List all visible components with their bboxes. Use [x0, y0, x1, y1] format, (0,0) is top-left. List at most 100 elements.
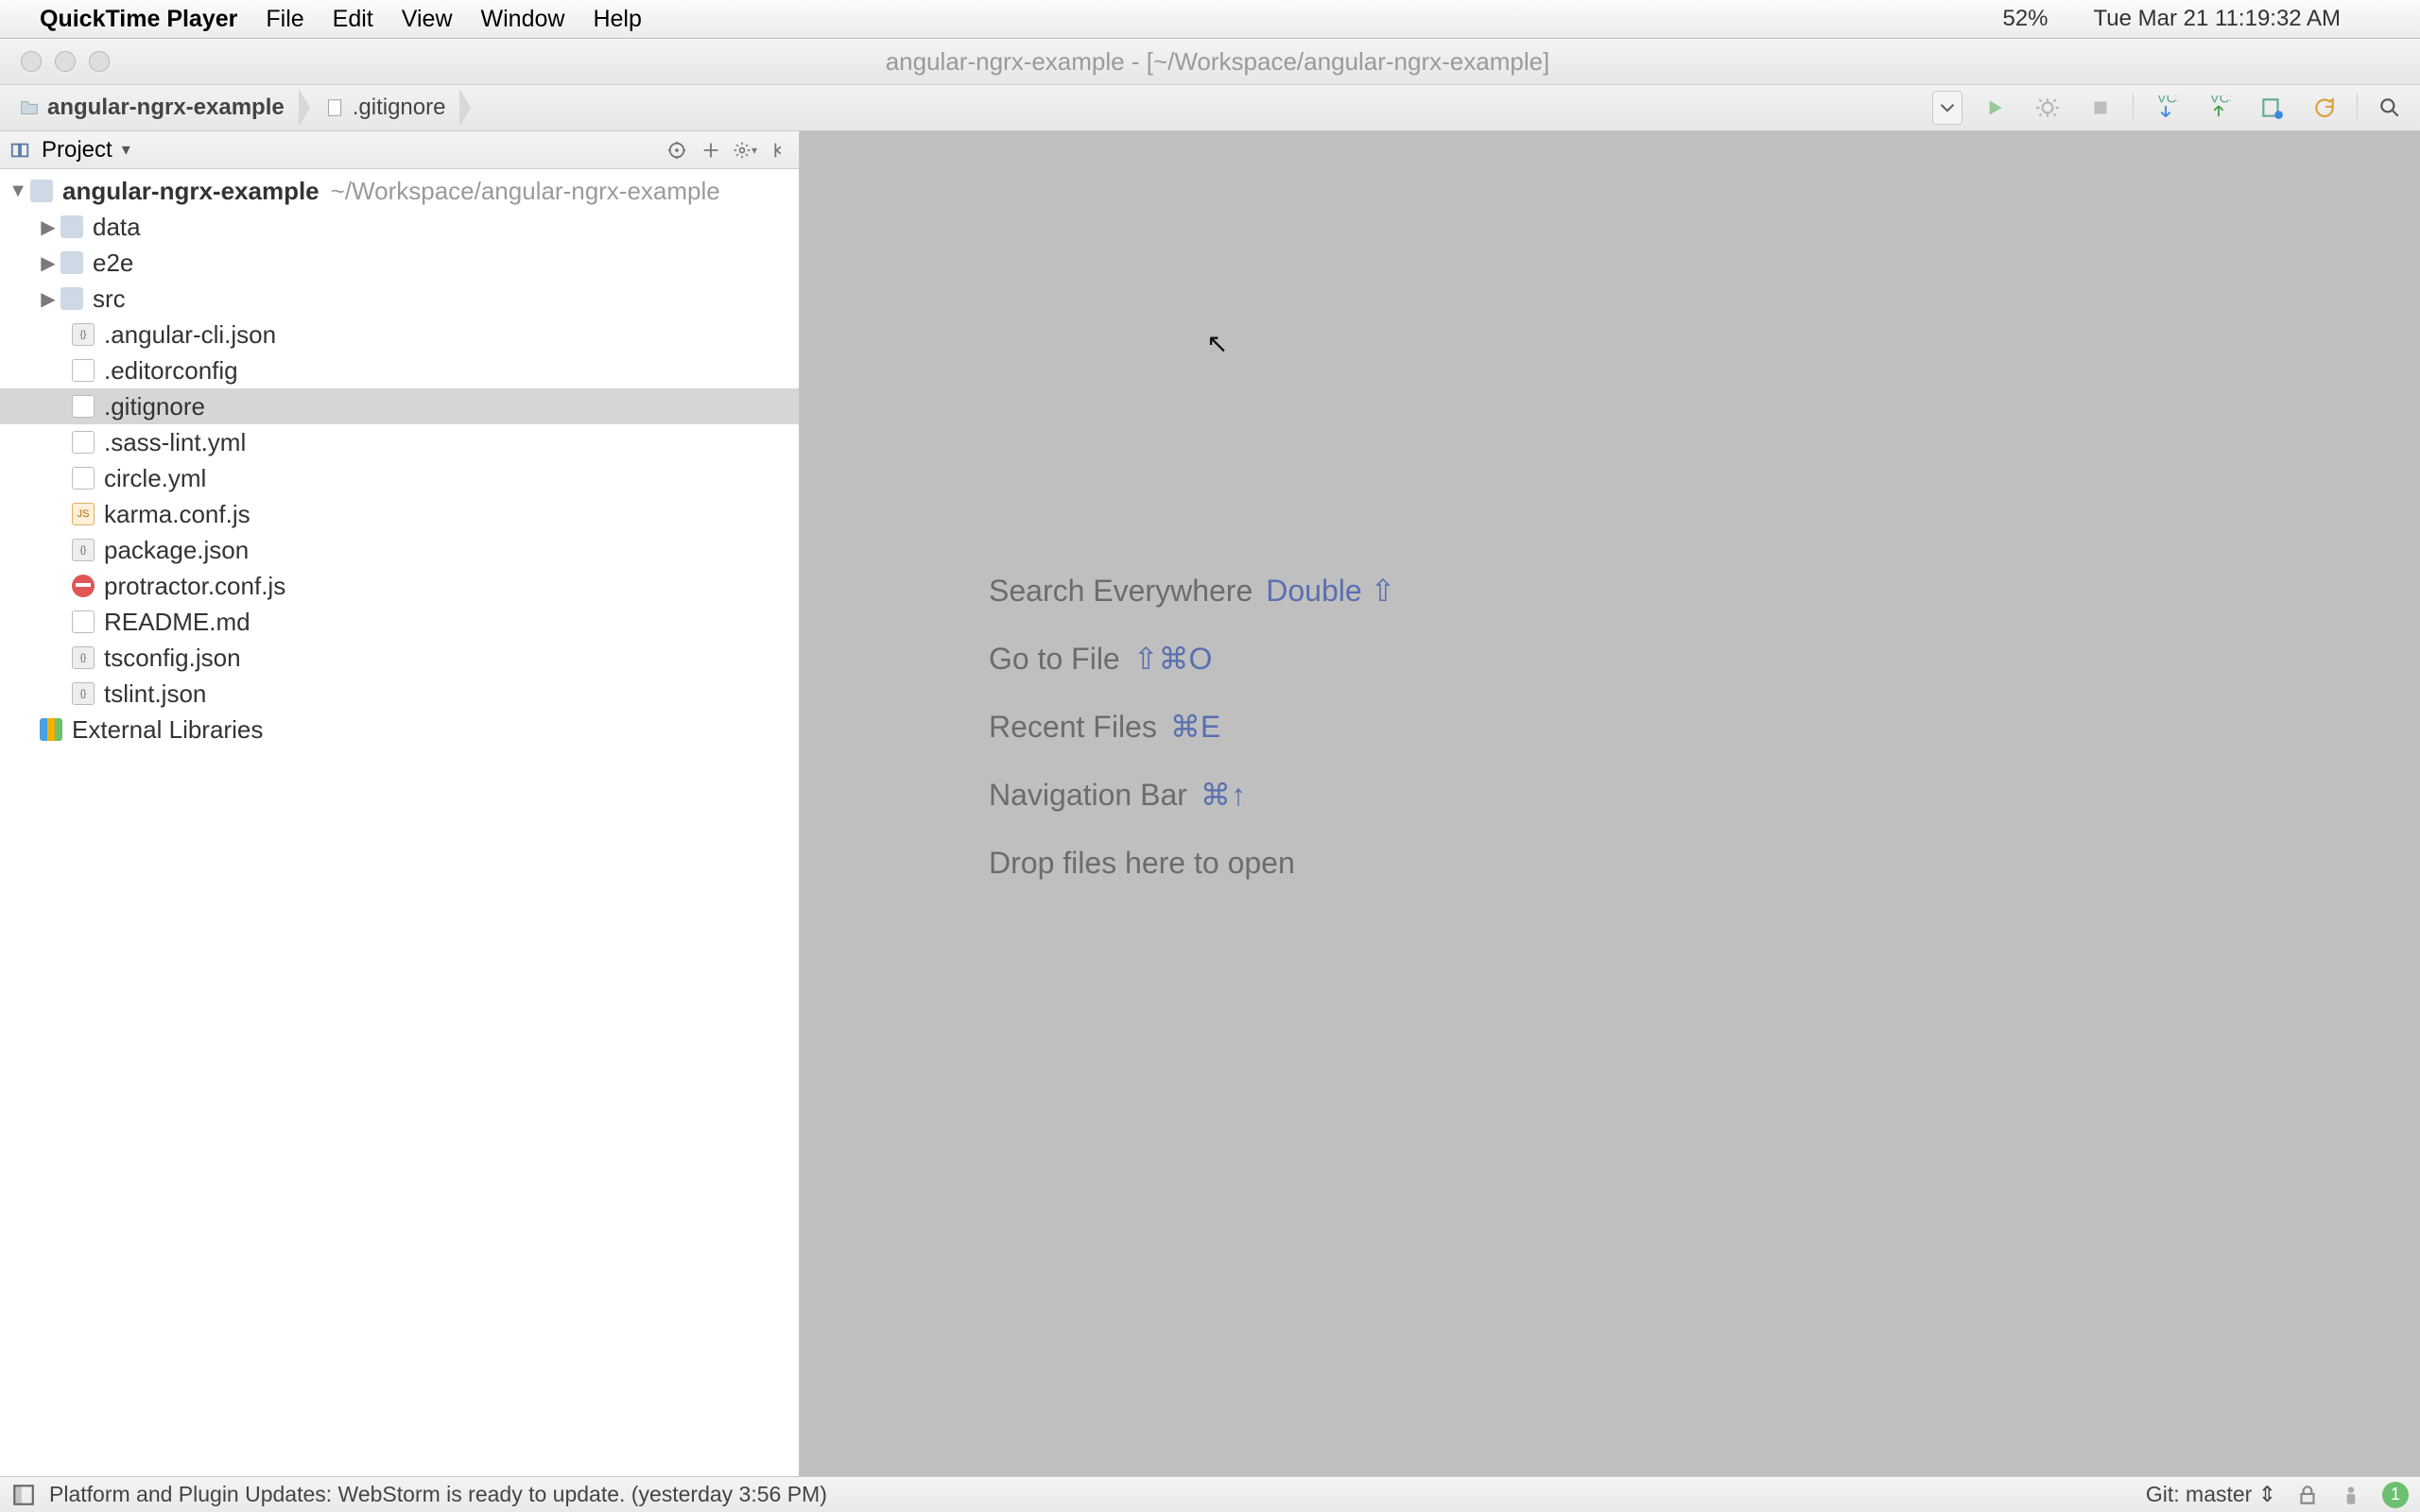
event-log-badge[interactable]: 1	[2382, 1482, 2409, 1508]
run-config-dropdown[interactable]	[1932, 91, 1962, 125]
tree-file[interactable]: {}tslint.json	[0, 676, 799, 712]
project-panel-header: Project ▾ ▾	[0, 131, 799, 169]
breadcrumb-file[interactable]: .gitignore	[315, 85, 463, 130]
tree-file[interactable]: .sass-lint.yml	[0, 424, 799, 460]
project-panel-title[interactable]: Project	[42, 137, 112, 163]
statusbar-message[interactable]: Platform and Plugin Updates: WebStorm is…	[49, 1482, 827, 1507]
tree-file-label: circle.yml	[104, 464, 206, 493]
hint-go-to-file: Go to File	[989, 625, 1120, 693]
tree-file-label: .editorconfig	[104, 356, 238, 386]
tree-root[interactable]: ▼ angular-ngrx-example ~/Workspace/angul…	[0, 173, 799, 209]
updown-icon: ⇕	[2258, 1482, 2276, 1506]
menu-view[interactable]: View	[402, 6, 453, 33]
project-view-dropdown[interactable]: ▾	[122, 140, 130, 160]
menu-help[interactable]: Help	[593, 6, 641, 33]
window-titlebar: angular-ngrx-example - [~/Workspace/angu…	[0, 39, 2420, 85]
hint-search-everywhere: Search Everywhere	[989, 557, 1253, 625]
blocked-file-icon	[72, 575, 95, 597]
svg-text:VCS: VCS	[2157, 95, 2178, 106]
js-file-icon: JS	[72, 503, 95, 525]
breadcrumb-file-label: .gitignore	[353, 94, 446, 121]
tree-file[interactable]: protractor.conf.js	[0, 568, 799, 604]
tree-file[interactable]: circle.yml	[0, 460, 799, 496]
tree-file-selected[interactable]: .gitignore	[0, 388, 799, 424]
settings-gear-icon[interactable]: ▾	[733, 138, 757, 163]
vcs-revert-button[interactable]	[2304, 91, 2345, 125]
project-tool-window: Project ▾ ▾ ▼ angular-ngrx-example ~/Wor…	[0, 131, 800, 1476]
debug-button[interactable]	[2027, 91, 2068, 125]
tree-root-name: angular-ngrx-example	[62, 177, 320, 206]
chevron-right-icon[interactable]: ▶	[36, 287, 60, 311]
tree-file[interactable]: .editorconfig	[0, 352, 799, 388]
tree-file-label: .gitignore	[104, 392, 205, 421]
run-button[interactable]	[1974, 91, 2015, 125]
statusbar-toggle-icon[interactable]	[11, 1483, 36, 1507]
breadcrumb-root[interactable]: angular-ngrx-example	[9, 85, 302, 130]
vcs-history-button[interactable]	[2251, 91, 2292, 125]
tree-external-libraries[interactable]: External Libraries	[0, 712, 799, 747]
tree-folder[interactable]: ▶ e2e	[0, 245, 799, 281]
lock-icon[interactable]	[2295, 1483, 2320, 1507]
tree-file[interactable]: {}tsconfig.json	[0, 640, 799, 676]
tree-folder[interactable]: ▶ src	[0, 281, 799, 317]
ide-search-button[interactable]	[2369, 91, 2411, 125]
chevron-right-icon[interactable]: ▶	[36, 251, 60, 275]
folder-icon	[30, 180, 53, 202]
project-view-icon[interactable]	[8, 138, 32, 163]
hint-navigation-bar: Navigation Bar	[989, 761, 1187, 829]
tree-folder-label: e2e	[93, 249, 133, 278]
json-file-icon: {}	[72, 323, 95, 346]
menubar-app-name[interactable]: QuickTime Player	[40, 6, 237, 33]
menu-file[interactable]: File	[266, 6, 303, 33]
tree-file[interactable]: JSkarma.conf.js	[0, 496, 799, 532]
menu-edit[interactable]: Edit	[333, 6, 373, 33]
vcs-commit-button[interactable]: VCS	[2198, 91, 2239, 125]
project-tree: ▼ angular-ngrx-example ~/Workspace/angul…	[0, 169, 799, 747]
text-file-icon	[72, 395, 95, 418]
menubar-datetime[interactable]: Tue Mar 21 11:19:32 AM	[2094, 6, 2341, 32]
git-branch-widget[interactable]: Git: master ⇕	[2146, 1482, 2276, 1507]
folder-icon	[19, 97, 40, 118]
navigation-toolbar: angular-ngrx-example .gitignore VCS VCS	[0, 85, 2420, 131]
tree-root-path: ~/Workspace/angular-ngrx-example	[331, 177, 720, 206]
tree-file[interactable]: {}package.json	[0, 532, 799, 568]
tree-folder-label: data	[93, 213, 141, 242]
tree-file[interactable]: {} .angular-cli.json	[0, 317, 799, 352]
hint-shortcut: ⇧⌘O	[1133, 625, 1213, 693]
menu-window[interactable]: Window	[481, 6, 565, 33]
chevron-down-icon[interactable]: ▼	[6, 180, 30, 202]
tree-folder[interactable]: ▶ data	[0, 209, 799, 245]
mac-menubar: QuickTime Player File Edit View Window H…	[0, 0, 2420, 39]
file-icon	[324, 97, 345, 118]
breadcrumb-root-label: angular-ngrx-example	[47, 94, 285, 121]
hector-icon[interactable]	[2339, 1483, 2363, 1507]
stop-button[interactable]	[2080, 91, 2121, 125]
folder-icon	[60, 251, 83, 274]
vcs-update-button[interactable]: VCS	[2145, 91, 2187, 125]
toolbar-separator	[2133, 94, 2134, 122]
chevron-right-icon[interactable]: ▶	[36, 215, 60, 239]
yaml-file-icon	[72, 467, 95, 490]
tree-folder-label: src	[93, 284, 126, 314]
folder-icon	[60, 215, 83, 238]
tree-file-label: tsconfig.json	[104, 644, 241, 673]
tree-file-label: README.md	[104, 608, 251, 637]
editor-hints: Search EverywhereDouble ⇧ Go to File⇧⌘O …	[989, 557, 1395, 897]
window-close-button[interactable]	[21, 51, 42, 72]
status-bar: Platform and Plugin Updates: WebStorm is…	[0, 1476, 2420, 1512]
svg-text:VCS: VCS	[2210, 95, 2231, 106]
tree-ext-lib-label: External Libraries	[72, 715, 263, 745]
mouse-cursor-icon: ↖	[1206, 328, 1228, 359]
hide-panel-icon[interactable]	[767, 138, 791, 163]
library-icon	[40, 718, 62, 741]
json-file-icon: {}	[72, 539, 95, 561]
battery-percent: 52%	[2002, 6, 2048, 32]
locate-icon[interactable]	[665, 138, 689, 163]
folder-icon	[60, 287, 83, 310]
editor-empty-area[interactable]: ↖ Search EverywhereDouble ⇧ Go to File⇧⌘…	[800, 131, 2420, 1476]
tree-file-label: .angular-cli.json	[104, 320, 276, 350]
window-minimize-button[interactable]	[55, 51, 76, 72]
tree-file[interactable]: README.md	[0, 604, 799, 640]
window-zoom-button[interactable]	[89, 51, 110, 72]
collapse-all-icon[interactable]	[699, 138, 723, 163]
